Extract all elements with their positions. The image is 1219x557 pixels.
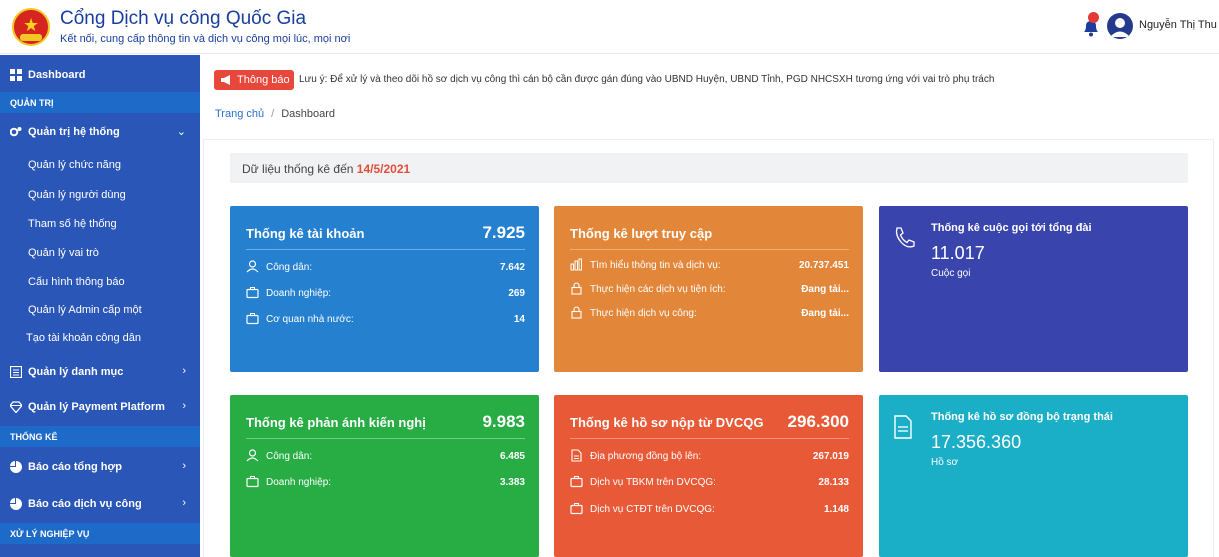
card-total: 7.925 [482,223,525,242]
card-title: Thống kê tài khoản [246,226,365,241]
card-total: 9.983 [482,412,525,431]
site-subtitle: Kết nối, cung cấp thông tin và dịch vụ c… [60,33,351,45]
avatar[interactable] [1107,13,1133,39]
sidebar: Dashboard QUẢN TRỊ Quản trị hệ thống ⌄ Q… [0,55,200,557]
card-title: Thống kê cuộc gọi tới tổng đài [931,222,1092,234]
stats-date: 14/5/2021 [356,162,411,176]
user-name[interactable]: Nguyễn Thị Thu [1139,19,1217,31]
card-row: Địa phương đồng bộ lên: 267.019 [570,449,849,463]
card-title: Thống kê phản ánh kiến nghị [246,415,426,430]
notice-text: Lưu ý: Để xử lý và theo dõi hồ sơ dịch v… [299,74,995,85]
sidebar-item-label: Quản lý danh mục [28,366,124,378]
card-value: 11.017 [931,243,985,263]
top-header: ★ Cổng Dịch vụ công Quốc Gia Kết nối, cu… [0,0,1219,54]
user-icon [246,260,259,273]
card-feedback[interactable]: Thống kê phản ánh kiến nghị 9.983 Công d… [230,395,539,557]
notification-badge [1088,12,1099,23]
card-row: Doanh nghiệp: 269 [246,286,525,300]
card-title: Thống kê hồ sơ nộp từ DVCQG [570,415,764,430]
section-process: XỬ LÝ NGHIỆP VỤ [0,523,200,544]
card-row: Công dân: 6.485 [246,449,525,463]
user-icon [246,449,259,462]
card-unit: Hồ sơ [931,457,959,468]
pie-chart-icon [10,461,22,473]
sidebar-subitem-roles[interactable]: Quản lý vai trò [28,247,99,259]
card-row: Công dân: 7.642 [246,260,525,274]
card-calls[interactable]: Thống kê cuộc gọi tới tổng đài 11.017 Cu… [879,206,1188,372]
sidebar-item-label: Quản lý Payment Platform [28,401,165,413]
briefcase-icon [246,313,259,325]
sidebar-item-service-report[interactable]: Báo cáo dịch vụ công › [0,490,200,518]
card-visits[interactable]: Thống kê lượt truy cập Tìm hiểu thông ti… [554,206,863,372]
briefcase-icon [570,503,583,515]
card-row: Dịch vụ CTĐT trên DVCQG: 1.148 [570,502,849,516]
lock-icon [571,306,582,319]
section-admin: QUẢN TRỊ [0,92,200,113]
sidebar-item-dashboard[interactable]: Dashboard [0,61,200,89]
sidebar-subitem-functions[interactable]: Quản lý chức năng [28,159,121,171]
card-sync[interactable]: Thống kê hồ sơ đồng bộ trạng thái 17.356… [879,395,1188,557]
list-box-icon [10,366,22,378]
card-title: Thống kê lượt truy cập [570,226,713,241]
breadcrumb: Trang chủ / Dashboard [215,108,336,120]
document-icon [571,449,582,462]
sidebar-subitem-params[interactable]: Tham số hệ thống [28,218,117,230]
sidebar-item-label: Quản trị hệ thống [28,126,120,138]
lock-icon [571,282,582,295]
sidebar-item-general-report[interactable]: Báo cáo tổng hợp › [0,453,200,481]
diamond-icon [10,401,22,413]
sidebar-subitem-notification-config[interactable]: Cấu hình thông báo [28,276,125,288]
phone-icon [895,227,915,248]
star-icon: ★ [23,15,40,35]
briefcase-icon [570,476,583,488]
chevron-right-icon: › [182,365,186,377]
card-row: Tìm hiểu thông tin và dịch vụ: 20.737.451 [570,258,849,272]
dashboard-icon [10,69,22,81]
pie-chart-icon [10,498,22,510]
sidebar-item-label: Dashboard [28,69,86,81]
briefcase-icon [246,476,259,488]
card-unit: Cuộc gọi [931,268,971,279]
breadcrumb-home[interactable]: Trang chủ [215,108,264,120]
sidebar-item-system-admin[interactable]: Quản trị hệ thống ⌄ [0,118,200,146]
site-title[interactable]: Cổng Dịch vụ công Quốc Gia [60,8,306,30]
card-row: Dịch vụ TBKM trên DVCQG: 28.133 [570,475,849,489]
notice-bar: Thông báo Lưu ý: Để xử lý và theo dõi hồ… [214,70,1214,90]
card-accounts[interactable]: Thống kê tài khoản 7.925 Công dân: 7.642 … [230,206,539,372]
document-icon [894,415,912,439]
sidebar-item-catalog[interactable]: Quản lý danh mục › [0,358,200,386]
card-dossiers[interactable]: Thống kê hồ sơ nộp từ DVCQG 296.300 Địa … [554,395,863,557]
card-row: Thực hiện các dịch vụ tiện ích: Đang tải.… [570,282,849,296]
sidebar-subitem-create-citizen[interactable]: Tạo tài khoản công dân [26,332,141,344]
stats-date-bar: Dữ liệu thống kê đến 14/5/2021 [230,153,1188,183]
gears-icon [10,127,22,137]
briefcase-icon [246,287,259,299]
chevron-down-icon: ⌄ [176,126,186,138]
national-emblem-logo[interactable]: ★ [12,8,50,46]
sidebar-subitem-level1-admin[interactable]: Quản lý Admin cấp một [28,304,142,316]
card-row: Thực hiện dịch vụ công: Đang tải... [570,306,849,320]
card-title: Thống kê hồ sơ đồng bộ trạng thái [931,411,1113,423]
card-value: 17.356.360 [931,432,1022,452]
sidebar-item-label: Báo cáo dịch vụ công [28,498,142,510]
sidebar-item-payment[interactable]: Quản lý Payment Platform › [0,393,200,421]
notice-tag[interactable]: Thông báo [214,70,294,90]
bar-chart-icon [570,258,582,271]
breadcrumb-current: Dashboard [281,108,336,120]
card-row: Cơ quan nhà nước: 14 [246,312,525,326]
card-row: Doanh nghiệp: 3.383 [246,475,525,489]
megaphone-icon [221,75,230,85]
user-icon [1110,18,1130,37]
sidebar-item-label: Báo cáo tổng hợp [28,461,122,473]
chevron-right-icon: › [182,400,186,412]
sidebar-subitem-users[interactable]: Quản lý người dùng [28,189,126,201]
section-stats: THỐNG KÊ [0,426,200,447]
card-total: 296.300 [787,412,849,431]
chevron-right-icon: › [182,460,186,472]
chevron-right-icon: › [182,497,186,509]
